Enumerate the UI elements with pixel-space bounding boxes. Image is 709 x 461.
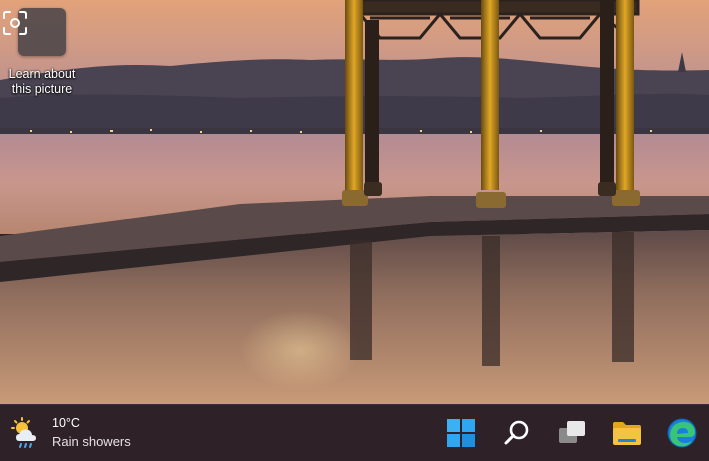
desktop-wallpaper: Learn about this picture	[0, 0, 709, 404]
weather-temperature: 10°C	[52, 416, 80, 430]
weather-widget[interactable]: 10°C Rain showers	[6, 411, 156, 455]
sun-cloud-rain-icon	[11, 417, 36, 448]
edge-icon	[667, 418, 697, 448]
camera-focus-icon[interactable]	[3, 8, 66, 56]
search-button[interactable]	[497, 413, 537, 453]
taskbar: 10°C Rain showers	[0, 404, 709, 461]
windows-logo-icon	[447, 419, 475, 447]
learn-about-picture-shortcut[interactable]: Learn about this picture	[0, 8, 84, 108]
edge-browser-button[interactable]	[662, 413, 702, 453]
task-view-button[interactable]	[552, 413, 592, 453]
folder-icon	[613, 422, 641, 445]
start-button[interactable]	[441, 413, 481, 453]
learn-about-picture-label: Learn about this picture	[8, 67, 76, 96]
search-icon	[504, 420, 529, 445]
wallpaper-image	[0, 0, 709, 404]
file-explorer-button[interactable]	[607, 413, 647, 453]
task-view-icon	[559, 421, 585, 443]
weather-condition: Rain showers	[52, 434, 131, 449]
